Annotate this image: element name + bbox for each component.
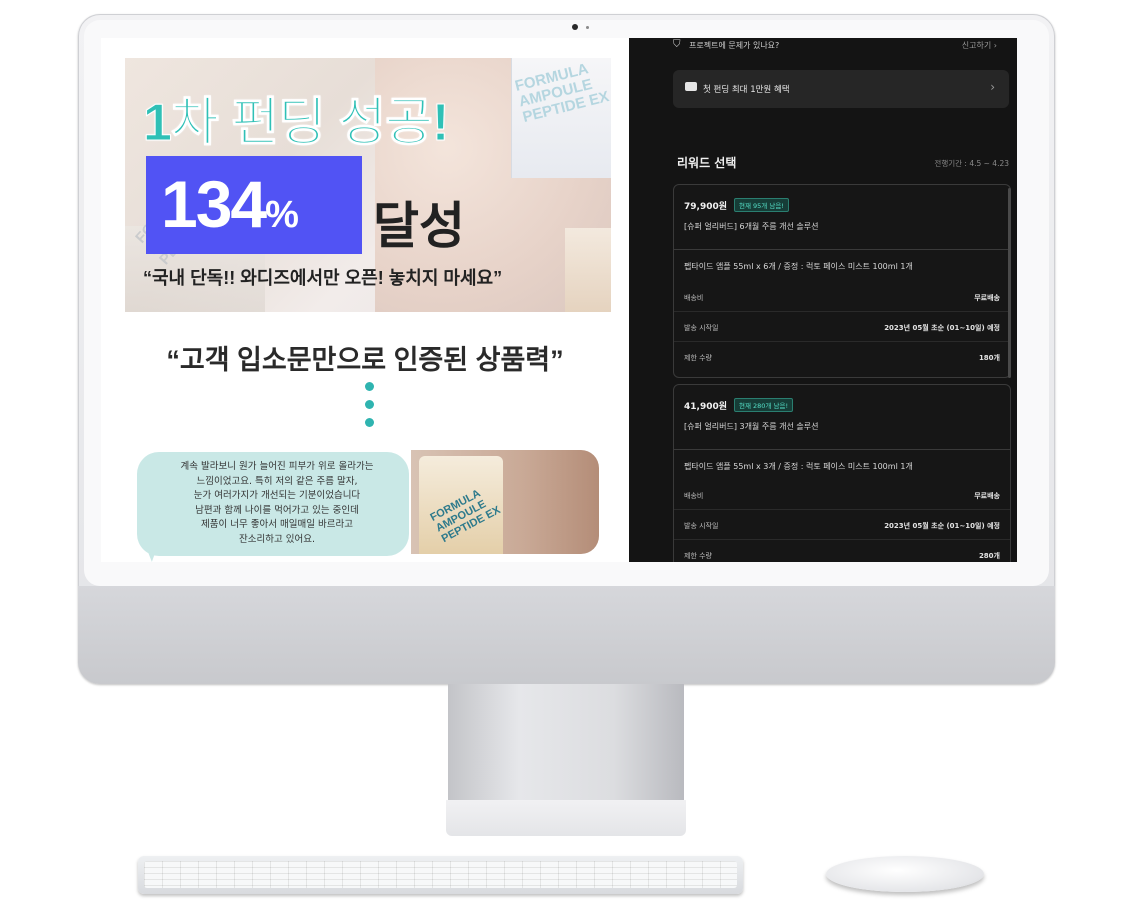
remaining-badge: 현재 95개 남음! — [734, 198, 789, 212]
achievement-percent: 134% — [161, 167, 299, 241]
reward-price: 79,900원 — [684, 202, 728, 212]
camera-icon — [572, 24, 578, 30]
report-row[interactable]: ⛉ 프로젝트에 문제가 있나요? 신고하기 › — [673, 38, 1009, 54]
keyboard-keys — [144, 861, 737, 888]
ship-date-row: 발송 시작일 2023년 05월 초순 (01~10일) 예정 — [684, 522, 1000, 530]
camera-indicator — [586, 26, 589, 29]
magic-mouse — [826, 856, 984, 892]
achievement-suffix: 달성 — [373, 198, 465, 254]
card-divider — [674, 449, 1010, 450]
coupon-icon — [685, 82, 697, 91]
reward-sidebar: ⛉ 프로젝트에 문제가 있나요? 신고하기 › 첫 펀딩 최대 1만원 혜택 ›… — [629, 38, 1017, 562]
product-label: FORMULA AMPOULE PEPTIDE EX — [513, 60, 611, 126]
review-photo: FORMULA AMPOULE PEPTIDE EX — [411, 450, 599, 554]
reward-composition: 펩타이드 앰플 55ml x 6개 / 증정 : 럭토 페이스 미스트 100m… — [684, 262, 913, 271]
dot-separator — [365, 382, 374, 436]
reward-period: 전행기간 : 4.5 ~ 4.23 — [934, 159, 1009, 168]
reward-card[interactable]: 79,900원 현재 95개 남음! [슈퍼 얼리버드] 6개월 주름 개선 솔… — [673, 184, 1011, 378]
screen: FORMULA AMPOULE PEPTIDE EX FORMULA AMPOU… — [101, 38, 1017, 562]
reward-card[interactable]: 41,900원 현재 280개 남음! [슈퍼 얼리버드] 3개월 주름 개선 … — [673, 384, 1011, 562]
reward-section-title: 리워드 선택 — [677, 156, 737, 170]
shipping-row: 배송비 무료배송 — [684, 492, 1000, 500]
report-question: 프로젝트에 문제가 있나요? — [689, 41, 780, 50]
shield-icon: ⛉ — [673, 39, 681, 50]
review-text: 계속 발라보니 원가 늘어진 피부가 위로 올라가는 느낌이었고요. 특히 저의… — [180, 461, 374, 545]
keyboard — [138, 856, 743, 894]
customer-review: 계속 발라보니 원가 늘어진 피부가 위로 올라가는 느낌이었고요. 특히 저의… — [137, 448, 599, 562]
first-funding-benefit[interactable]: 첫 펀딩 최대 1만원 혜택 › — [673, 70, 1009, 108]
monitor-chin — [78, 586, 1055, 684]
project-story: FORMULA AMPOULE PEPTIDE EX FORMULA AMPOU… — [101, 38, 629, 562]
chevron-right-icon: › — [990, 80, 995, 94]
remaining-badge: 현재 280개 남음! — [734, 398, 794, 412]
card-divider — [674, 249, 1010, 250]
limit-row: 제한 수량 280개 — [684, 552, 1000, 560]
hero-banner: FORMULA AMPOULE PEPTIDE EX FORMULA AMPOU… — [125, 58, 611, 312]
reward-name: [슈퍼 얼리버드] 6개월 주름 개선 솔루션 — [684, 222, 819, 231]
benefit-text: 첫 펀딩 최대 1만원 혜택 — [703, 85, 790, 95]
limit-row: 제한 수량 180개 — [684, 354, 1000, 362]
funding-headline: 1차 펀딩 성공! — [142, 94, 449, 153]
hero-quote: “국내 단독!! 와디즈에서만 오픈! 놓치지 마세요” — [143, 268, 503, 288]
scrollbar[interactable] — [1008, 188, 1011, 378]
reward-price: 41,900원 — [684, 402, 728, 412]
section-quote: “고객 입소문만으로 인증된 상품력” — [166, 345, 564, 375]
product-bottle-image-3 — [565, 228, 611, 312]
reward-name: [슈퍼 얼리버드] 3개월 주름 개선 솔루션 — [684, 422, 819, 431]
reward-composition: 펩타이드 앰플 55ml x 3개 / 증정 : 럭토 페이스 미스트 100m… — [684, 462, 913, 471]
shipping-row: 배송비 무료배송 — [684, 294, 1000, 302]
report-link[interactable]: 신고하기 › — [962, 40, 997, 51]
ship-date-row: 발송 시작일 2023년 05월 초순 (01~10일) 예정 — [684, 324, 1000, 332]
product-bottle-image: FORMULA AMPOULE PEPTIDE EX — [511, 58, 611, 178]
stand-foot — [446, 800, 686, 836]
